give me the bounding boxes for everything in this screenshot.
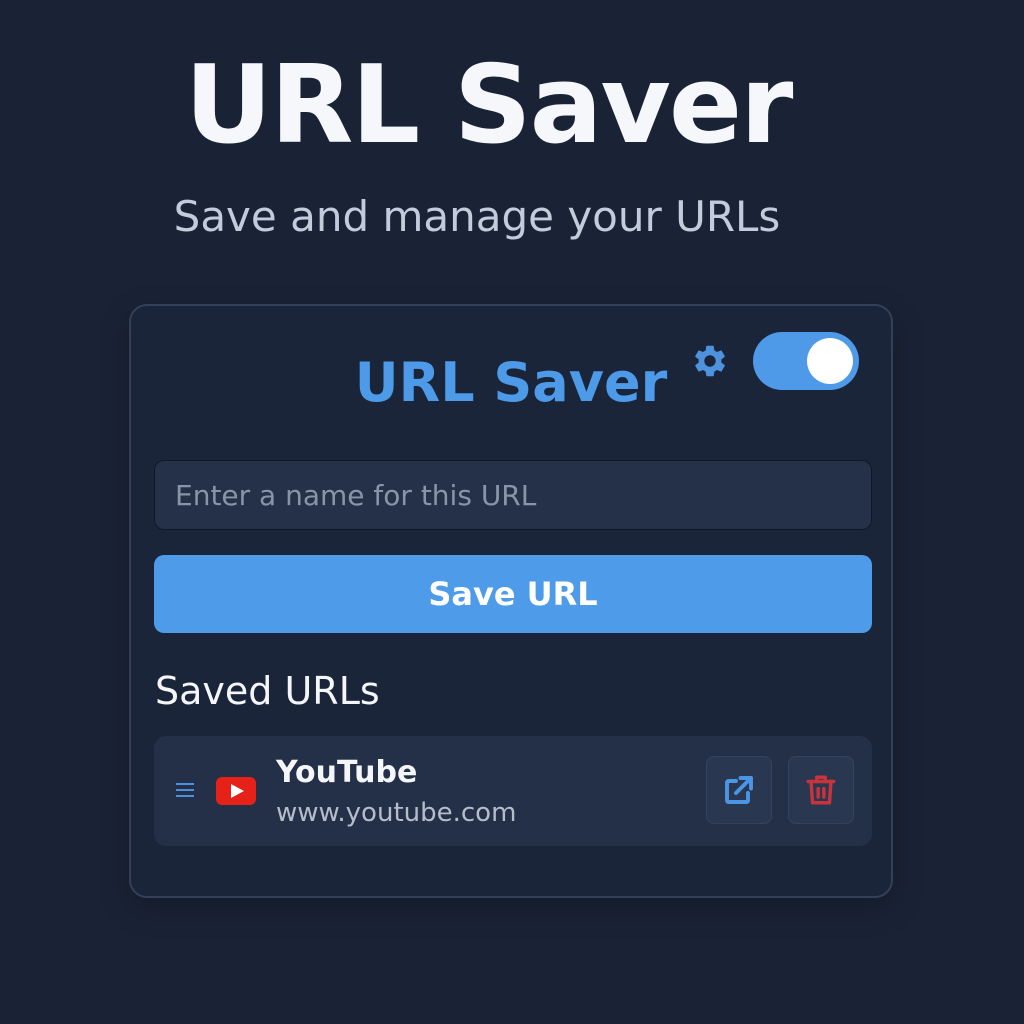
url-saver-card: URL Saver Save URL Saved URLs YouTube ww… [129, 304, 893, 898]
saved-url-address: www.youtube.com [276, 798, 517, 828]
open-url-button[interactable] [706, 756, 772, 824]
youtube-icon [216, 777, 256, 805]
saved-urls-heading: Saved URLs [155, 669, 380, 713]
gear-icon[interactable] [691, 342, 729, 380]
trash-icon [806, 775, 836, 805]
open-external-icon [725, 776, 753, 804]
saved-url-name: YouTube [276, 755, 418, 790]
delete-url-button[interactable] [788, 756, 854, 824]
drag-handle-icon[interactable] [176, 781, 194, 799]
theme-toggle[interactable] [753, 332, 859, 390]
hero-title: URL Saver [184, 43, 794, 168]
toggle-knob [807, 338, 853, 384]
url-name-input[interactable] [154, 460, 872, 530]
saved-url-item: YouTube www.youtube.com [154, 736, 872, 846]
save-url-button[interactable]: Save URL [154, 555, 872, 633]
hero-subtitle: Save and manage your URLs [173, 192, 781, 241]
